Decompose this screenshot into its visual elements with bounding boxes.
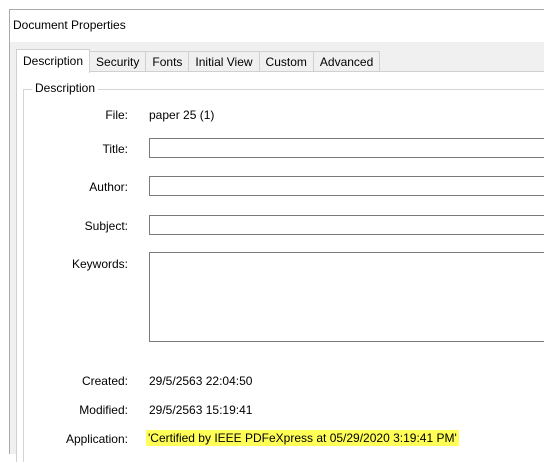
description-group: Description File: paper 25 (1) Title: Au… <box>23 81 544 462</box>
tab-strip: Description Security Fonts Initial View … <box>16 49 381 73</box>
created-label: Created: <box>81 374 128 388</box>
modified-label: Modified: <box>79 403 128 417</box>
file-value: paper 25 (1) <box>149 108 215 122</box>
application-label: Application: <box>65 432 128 446</box>
subject-label: Subject: <box>84 219 128 233</box>
subject-field[interactable] <box>149 215 544 235</box>
tab-initial-view[interactable]: Initial View <box>189 51 260 72</box>
window-title: Document Properties <box>13 18 126 32</box>
title-label: Title: <box>102 142 128 156</box>
description-panel: Description File: paper 25 (1) Title: Au… <box>16 71 544 462</box>
tab-description[interactable]: Description <box>16 49 91 73</box>
tab-security[interactable]: Security <box>90 51 147 72</box>
tab-advanced[interactable]: Advanced <box>313 51 381 72</box>
author-label: Author: <box>89 180 128 194</box>
tab-fonts[interactable]: Fonts <box>146 51 190 72</box>
application-value: 'Certified by IEEE PDFeXpress at 05/29/2… <box>146 430 459 446</box>
modified-value: 29/5/2563 15:19:41 <box>149 403 253 417</box>
title-bar: Document Properties <box>10 10 544 42</box>
created-value: 29/5/2563 22:04:50 <box>149 374 253 388</box>
author-field[interactable] <box>149 176 544 196</box>
keywords-field[interactable] <box>149 252 544 342</box>
file-label: File: <box>105 108 128 122</box>
title-field[interactable] <box>149 138 544 158</box>
tab-custom[interactable]: Custom <box>259 51 314 72</box>
keywords-label: Keywords: <box>71 257 128 271</box>
document-properties-window: Document Properties Description Security… <box>9 9 544 462</box>
group-title: Description <box>32 81 99 95</box>
